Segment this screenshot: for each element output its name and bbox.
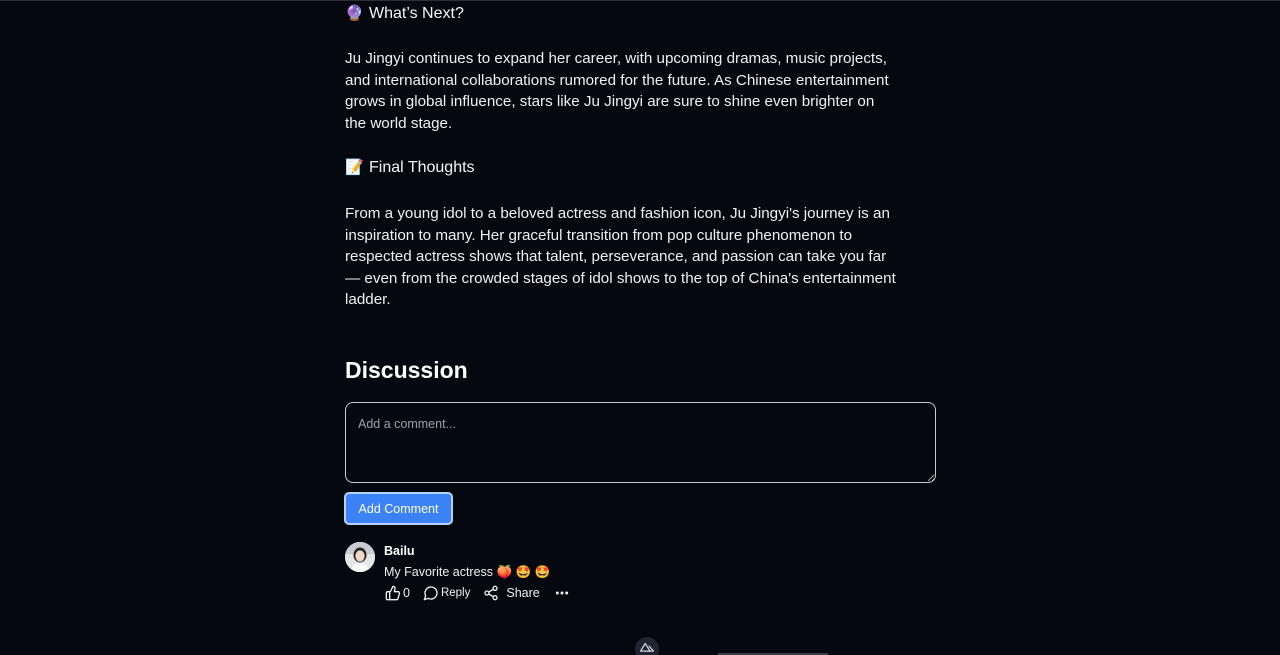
paragraph-line: and international collaborations rumored…	[345, 71, 889, 89]
page: 🔮 What’s Next? Ju Jingyi continues to exp…	[0, 0, 1280, 655]
comment-text: My Favorite actress 🍑 🤩 🤩	[384, 565, 551, 579]
user-avatar-photo-icon	[345, 542, 375, 572]
paragraph-line: From a young idol to a beloved actress a…	[345, 205, 890, 222]
comment-item: Bailu My Favorite actress 🍑 🤩 🤩 0 Reply	[345, 541, 937, 611]
section-heading-whats-next: 🔮 What’s Next?	[345, 3, 464, 25]
paragraph-line: Ju Jingyi continues to expand her career…	[345, 50, 887, 67]
nuxt-logo-icon	[640, 642, 654, 652]
comment-input[interactable]	[345, 402, 936, 483]
avatar[interactable]	[345, 542, 375, 572]
paragraph-line: grows in global influence, stars like Ju…	[345, 93, 875, 110]
comment-author[interactable]: Bailu	[384, 544, 415, 558]
nuxt-devtools-badge[interactable]	[635, 637, 659, 655]
more-options-button[interactable]	[554, 585, 570, 601]
crystal-ball-icon: 🔮	[345, 5, 364, 22]
paragraph-whats-next: Ju Jingyi continues to expand her career…	[345, 48, 937, 134]
paragraph-line: ladder.	[345, 291, 391, 308]
reply-button[interactable]: Reply	[423, 585, 470, 601]
like-count: 0	[403, 586, 410, 600]
memo-icon: 📝	[345, 159, 364, 176]
more-dots-icon	[555, 591, 568, 595]
discussion-title: Discussion	[345, 357, 468, 383]
share-icon	[484, 585, 499, 601]
thumbs-up-icon	[385, 585, 401, 601]
paragraph-final-thoughts: From a young idol to a beloved actress a…	[345, 203, 937, 311]
paragraph-line: — even from the crowded stages of idol s…	[345, 269, 896, 287]
paragraph-line: inspiration to many. Her graceful transi…	[345, 226, 853, 244]
section-heading-final-thoughts: 📝 Final Thoughts	[345, 157, 475, 179]
section-heading-text: Final Thoughts	[369, 159, 475, 176]
share-label: Share	[506, 586, 540, 600]
reply-label: Reply	[440, 587, 471, 599]
add-comment-button[interactable]: Add Comment	[344, 492, 453, 525]
chat-bubble-icon	[423, 586, 438, 601]
paragraph-line: the world stage.	[345, 114, 453, 132]
like-button[interactable]: 0	[385, 585, 410, 601]
comment-actions: 0 Reply Share	[385, 584, 570, 602]
section-heading-text: What’s Next?	[369, 5, 464, 22]
paragraph-line: respected actress shows that talent, per…	[345, 248, 887, 265]
share-button[interactable]: Share	[483, 585, 540, 601]
